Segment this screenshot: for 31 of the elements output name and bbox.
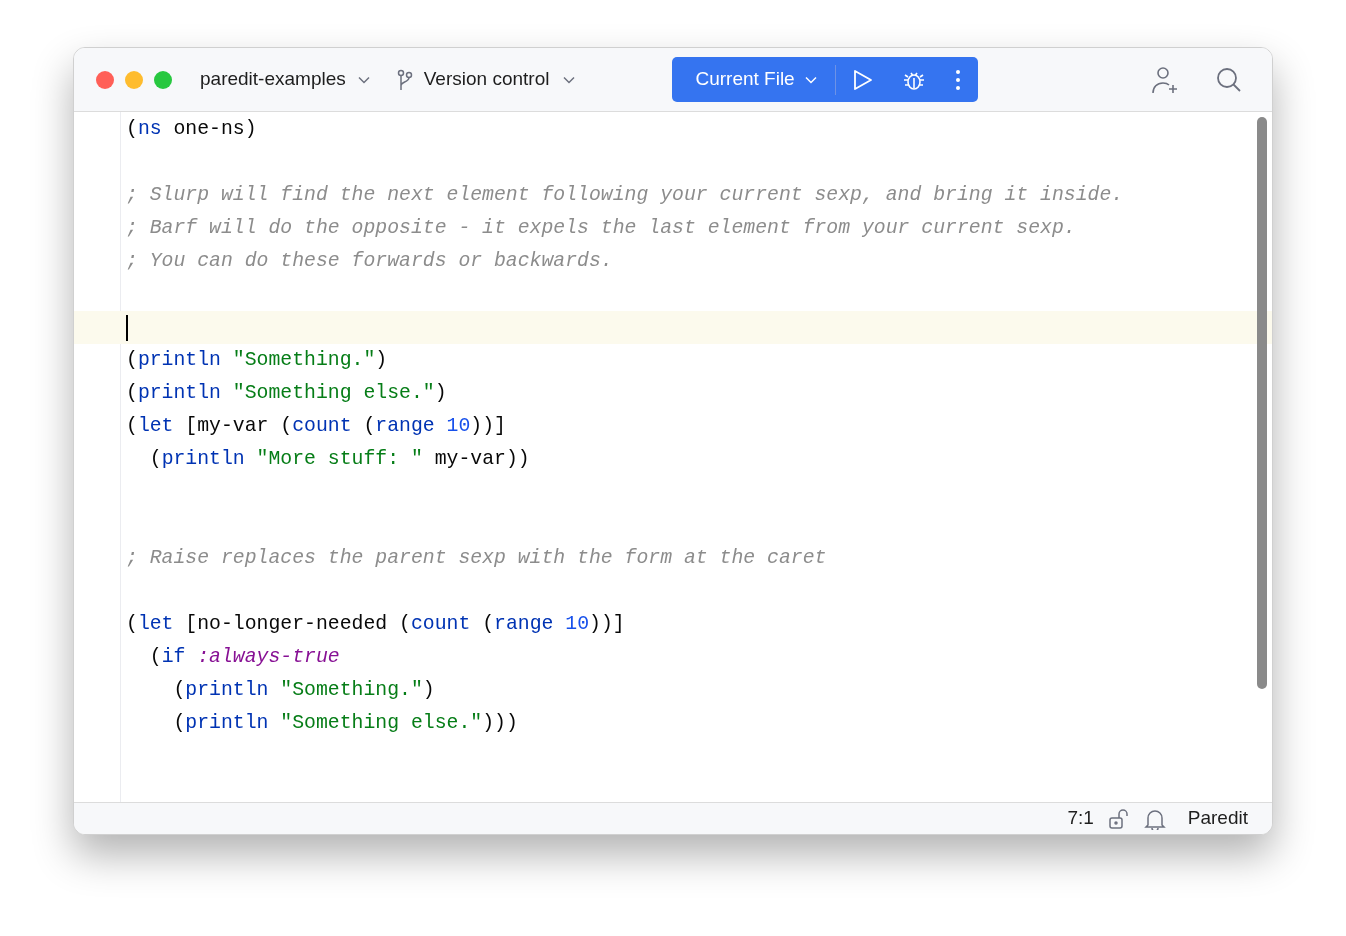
chevron-down-icon <box>563 75 576 84</box>
more-icon <box>955 69 960 90</box>
code-comment: ; Barf will do the opposite - it expels the last element from your current sexp. <box>126 215 1076 241</box>
code-comment: ; Raise replaces the parent sexp with the form at the caret <box>126 545 827 571</box>
chevron-down-icon <box>357 75 370 84</box>
chevron-down-icon <box>804 75 817 84</box>
code-line: (println "Something.") <box>172 677 435 703</box>
caret-position[interactable]: 7:1 <box>1067 804 1094 833</box>
branch-icon <box>395 68 414 91</box>
code-line: (let [no-longer-needed (count (range 10))] <box>126 611 625 637</box>
paredit-mode[interactable]: Paredit <box>1187 804 1248 833</box>
code-line: (if :always-true <box>148 644 340 670</box>
run-icon <box>852 68 873 91</box>
scrollbar[interactable] <box>1257 117 1267 689</box>
code-line: (let [my-var (count (range 10))] <box>126 413 506 439</box>
code-line: (println "More stuff: " my-var)) <box>148 446 530 472</box>
unlocked-icon[interactable] <box>1107 807 1130 830</box>
vcs-selector[interactable]: Version control <box>395 65 576 94</box>
code-line: (ns one-ns) <box>126 116 257 142</box>
code-line: (println "Something else.") <box>126 380 447 406</box>
code-comment: ; You can do these forwards or backwards. <box>126 248 613 274</box>
search-icon[interactable] <box>1216 66 1242 93</box>
code-comment: ; Slurp will find the next element following your current sexp, and bring it inside. <box>126 182 1124 208</box>
bell-icon[interactable] <box>1143 807 1166 830</box>
code-line: (println "Something.") <box>126 347 388 373</box>
close-button[interactable] <box>96 70 114 89</box>
zoom-button[interactable] <box>154 70 172 89</box>
project-selector[interactable]: paredit-examples <box>200 65 370 94</box>
code-line: (println "Something else."))) <box>172 710 518 736</box>
run-config-selector[interactable]: Current File <box>672 57 835 102</box>
text-caret <box>126 314 128 341</box>
